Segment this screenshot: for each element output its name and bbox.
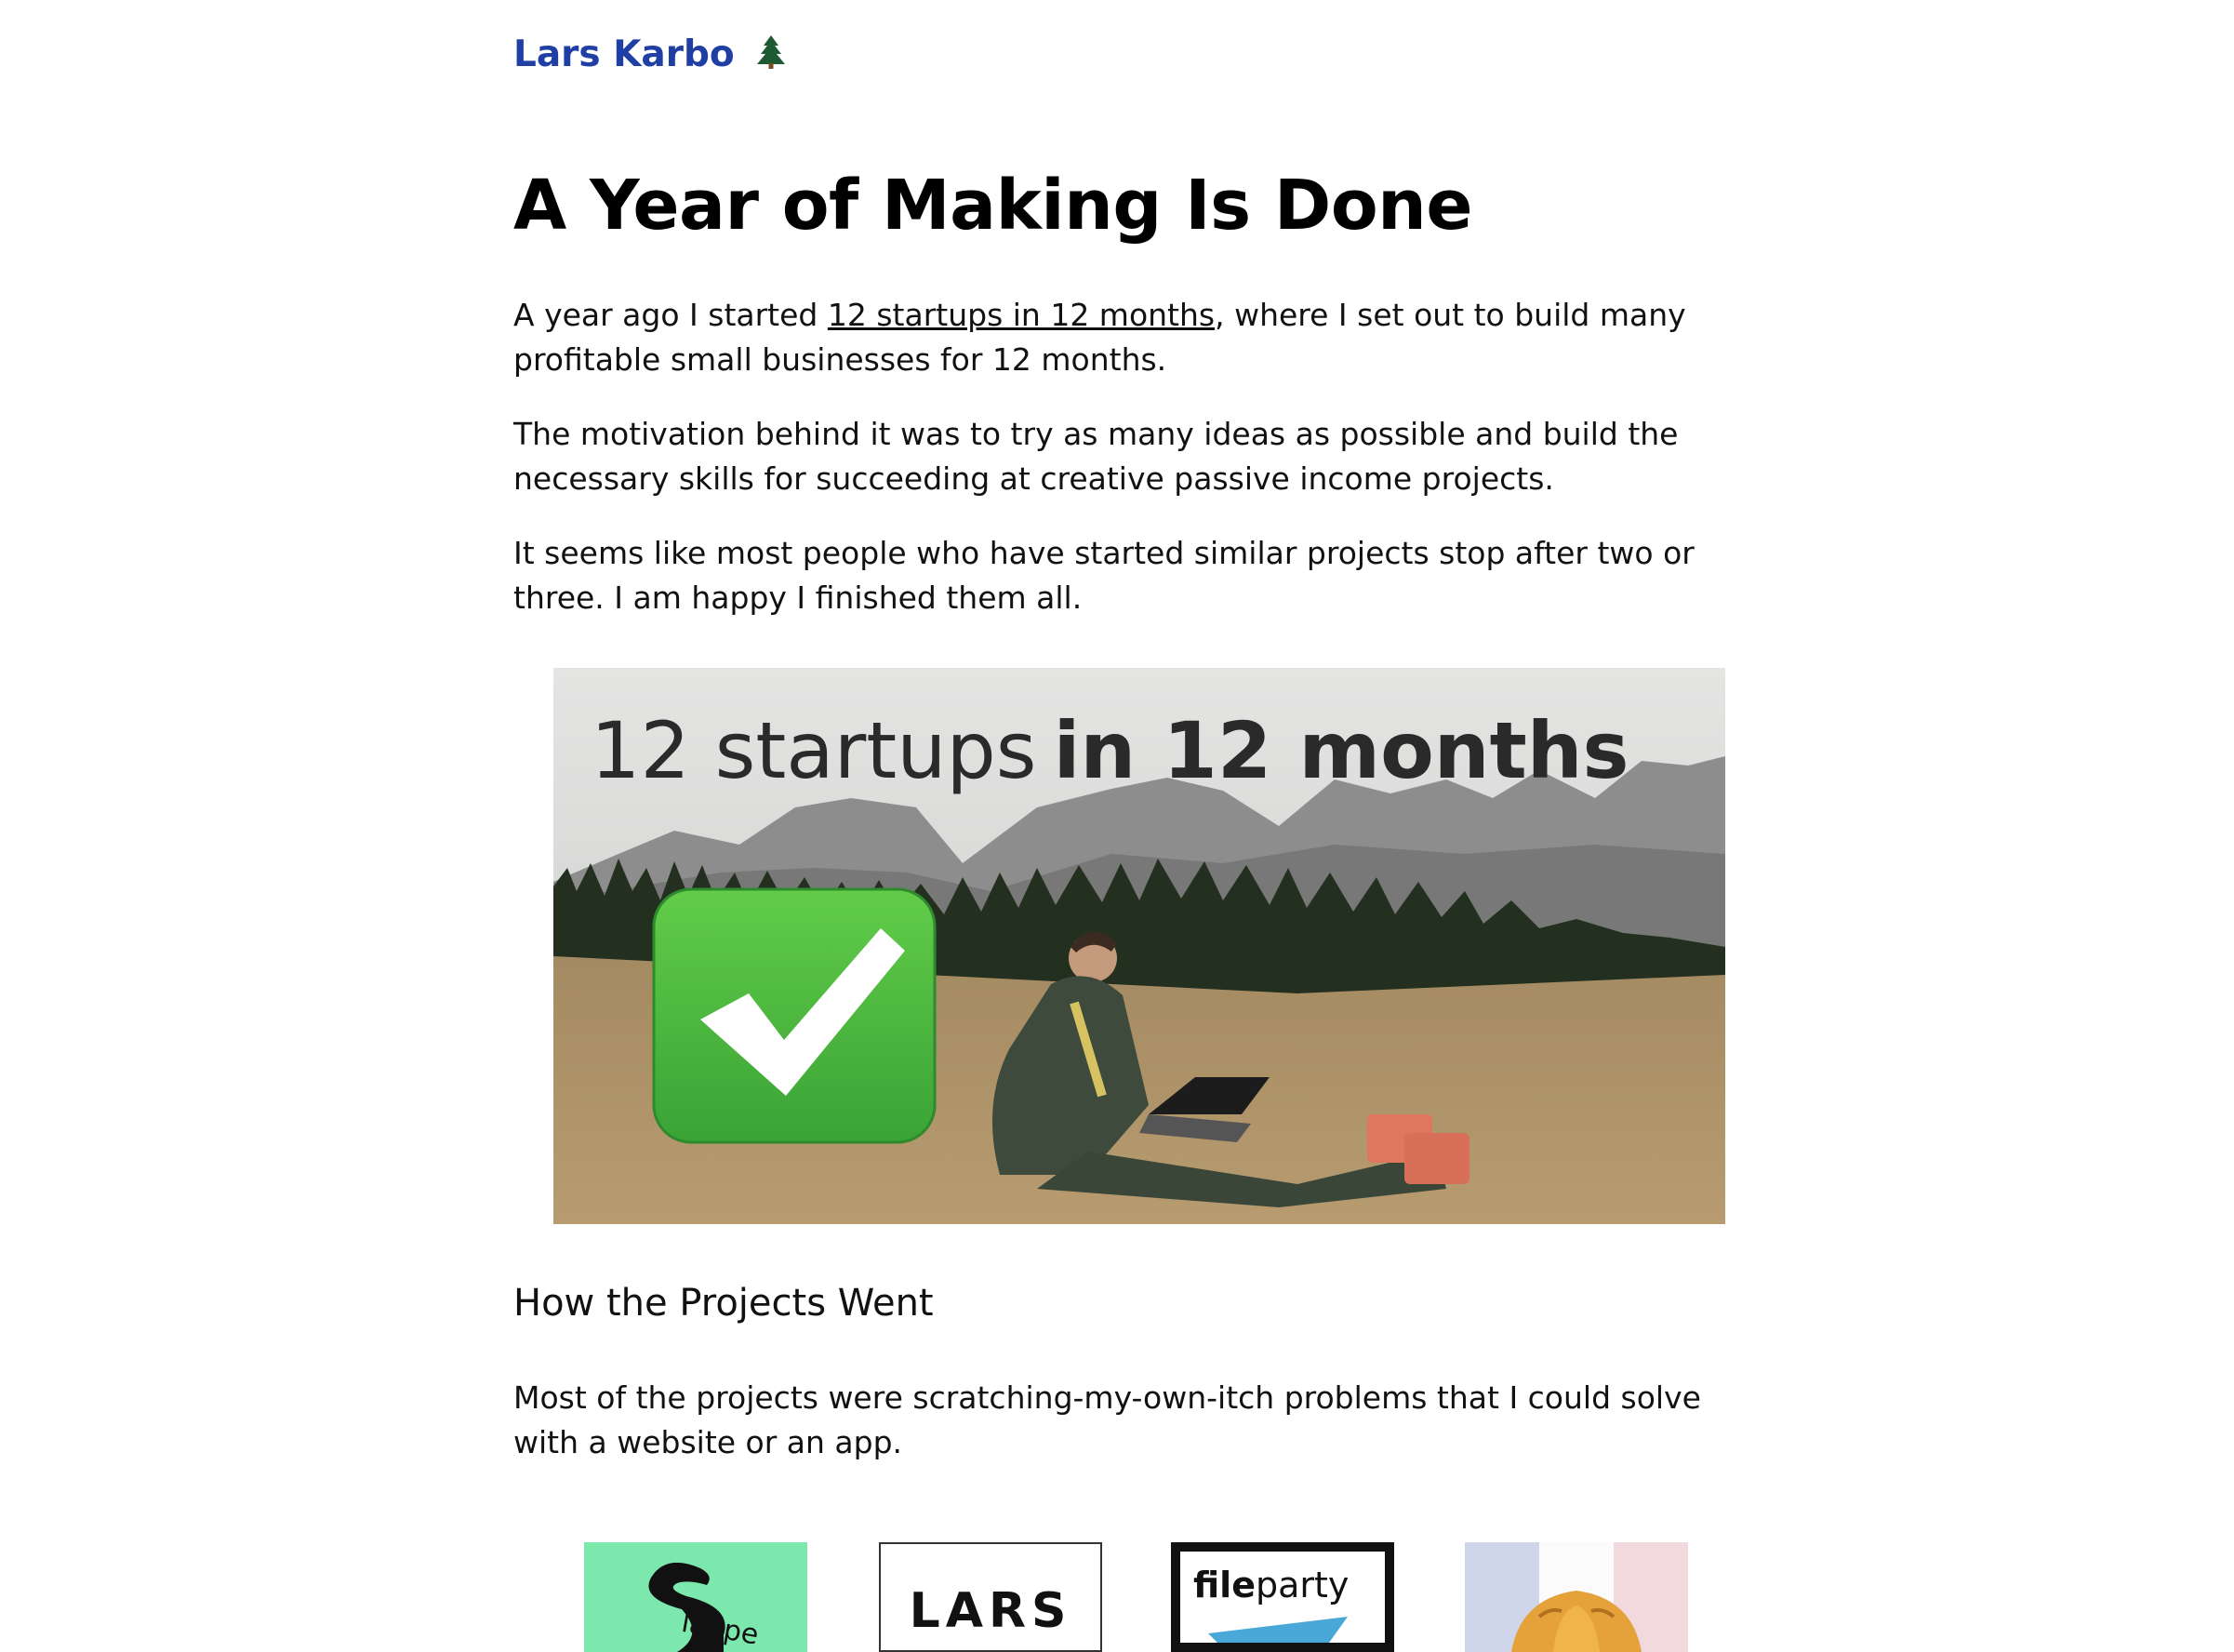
site-name: Lars Karbo [513,33,735,75]
check-mark-button-icon [652,887,937,1144]
site-title-link[interactable]: Lars Karbo [513,33,788,75]
slappe-logo[interactable]: lappe [584,1542,807,1652]
motivation-paragraph: The motivation behind it was to try as m… [513,416,1679,497]
svg-text:12 startupsin 12 months: 12 startups in 12 months [591,705,1629,796]
lars-logo[interactable]: LARS [879,1542,1102,1652]
startups-link[interactable]: 12 startups in 12 months [828,297,1215,333]
section-heading: How the Projects Went [513,1282,934,1325]
hero-image: 12 startups in 12 months [553,668,1725,1224]
croissant-logo[interactable] [1465,1542,1688,1652]
finished-paragraph: It seems like most people who have start… [513,535,1695,616]
intro-paragraph: A year ago I started 12 startups in 12 m… [513,297,1686,378]
post-title: A Year of Making Is Done [513,166,1473,246]
evergreen-tree-icon [757,35,786,69]
lars-logo-text: LARS [909,1583,1072,1639]
fileparty-logo[interactable]: fileparty [1171,1542,1394,1652]
projects-paragraph: Most of the projects were scratching-my-… [513,1379,1701,1460]
hero-caption-light: 12 startups [591,705,1037,796]
hero-caption-bold: in 12 months [1054,705,1629,796]
